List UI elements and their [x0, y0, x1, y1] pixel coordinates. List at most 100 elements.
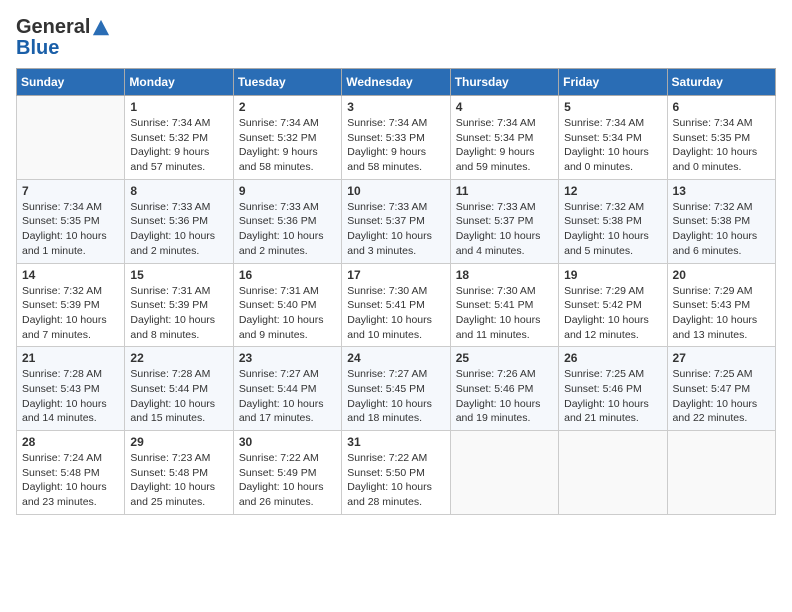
- day-number: 22: [130, 351, 227, 365]
- calendar-day-cell: 3 Sunrise: 7:34 AM Sunset: 5:33 PM Daylig…: [342, 96, 450, 180]
- calendar-day-header: Sunday: [17, 69, 125, 96]
- day-info: Sunrise: 7:22 AM Sunset: 5:50 PM Dayligh…: [347, 451, 444, 510]
- calendar-day-cell: 5 Sunrise: 7:34 AM Sunset: 5:34 PM Daylig…: [559, 96, 667, 180]
- day-number: 27: [673, 351, 770, 365]
- calendar-week-row: 21 Sunrise: 7:28 AM Sunset: 5:43 PM Dayli…: [17, 347, 776, 431]
- calendar-body: 1 Sunrise: 7:34 AM Sunset: 5:32 PM Daylig…: [17, 96, 776, 515]
- calendar-day-header: Friday: [559, 69, 667, 96]
- day-number: 26: [564, 351, 661, 365]
- day-info: Sunrise: 7:27 AM Sunset: 5:45 PM Dayligh…: [347, 367, 444, 426]
- calendar-day-cell: 26 Sunrise: 7:25 AM Sunset: 5:46 PM Dayli…: [559, 347, 667, 431]
- day-number: 17: [347, 268, 444, 282]
- day-info: Sunrise: 7:25 AM Sunset: 5:46 PM Dayligh…: [564, 367, 661, 426]
- calendar-day-cell: [450, 431, 558, 515]
- day-info: Sunrise: 7:34 AM Sunset: 5:34 PM Dayligh…: [456, 116, 553, 175]
- calendar-day-cell: 10 Sunrise: 7:33 AM Sunset: 5:37 PM Dayli…: [342, 179, 450, 263]
- day-number: 7: [22, 184, 119, 198]
- calendar-day-cell: 7 Sunrise: 7:34 AM Sunset: 5:35 PM Daylig…: [17, 179, 125, 263]
- day-number: 24: [347, 351, 444, 365]
- day-number: 23: [239, 351, 336, 365]
- calendar-day-header: Thursday: [450, 69, 558, 96]
- day-number: 11: [456, 184, 553, 198]
- calendar-day-cell: [559, 431, 667, 515]
- day-number: 25: [456, 351, 553, 365]
- day-number: 4: [456, 100, 553, 114]
- calendar-day-cell: 16Sunrise: 7:31 AM Sunset: 5:40 PM Dayli…: [233, 263, 341, 347]
- day-info: Sunrise: 7:27 AM Sunset: 5:44 PM Dayligh…: [239, 367, 336, 426]
- logo-general-part: General: [16, 16, 90, 39]
- calendar-day-cell: 21 Sunrise: 7:28 AM Sunset: 5:43 PM Dayli…: [17, 347, 125, 431]
- day-number: 12: [564, 184, 661, 198]
- day-info: Sunrise: 7:29 AM Sunset: 5:42 PM Dayligh…: [564, 284, 661, 343]
- calendar-day-cell: 23 Sunrise: 7:27 AM Sunset: 5:44 PM Dayli…: [233, 347, 341, 431]
- day-number: 14: [22, 268, 119, 282]
- day-number: 6: [673, 100, 770, 114]
- page-header: General Blue: [16, 16, 776, 60]
- day-info: Sunrise: 7:25 AM Sunset: 5:47 PM Dayligh…: [673, 367, 770, 426]
- logo-blue-part: Blue: [16, 37, 59, 59]
- day-info: Sunrise: 7:28 AM Sunset: 5:43 PM Dayligh…: [22, 367, 119, 426]
- calendar-day-header: Saturday: [667, 69, 775, 96]
- day-number: 15: [130, 268, 227, 282]
- day-number: 28: [22, 435, 119, 449]
- day-number: 18: [456, 268, 553, 282]
- day-number: 30: [239, 435, 336, 449]
- calendar-day-cell: 17Sunrise: 7:30 AM Sunset: 5:41 PM Dayli…: [342, 263, 450, 347]
- calendar-day-header: Tuesday: [233, 69, 341, 96]
- day-info: Sunrise: 7:34 AM Sunset: 5:32 PM Dayligh…: [130, 116, 227, 175]
- day-info: Sunrise: 7:24 AM Sunset: 5:48 PM Dayligh…: [22, 451, 119, 510]
- calendar-day-header: Monday: [125, 69, 233, 96]
- day-info: Sunrise: 7:29 AM Sunset: 5:43 PM Dayligh…: [673, 284, 770, 343]
- day-number: 13: [673, 184, 770, 198]
- calendar-day-cell: 24 Sunrise: 7:27 AM Sunset: 5:45 PM Dayli…: [342, 347, 450, 431]
- day-info: Sunrise: 7:34 AM Sunset: 5:34 PM Dayligh…: [564, 116, 661, 175]
- calendar-day-cell: 27 Sunrise: 7:25 AM Sunset: 5:47 PM Dayli…: [667, 347, 775, 431]
- day-info: Sunrise: 7:28 AM Sunset: 5:44 PM Dayligh…: [130, 367, 227, 426]
- day-number: 20: [673, 268, 770, 282]
- day-number: 31: [347, 435, 444, 449]
- day-number: 16: [239, 268, 336, 282]
- calendar-day-cell: 15Sunrise: 7:31 AM Sunset: 5:39 PM Dayli…: [125, 263, 233, 347]
- calendar-week-row: 14 Sunrise: 7:32 AM Sunset: 5:39 PM Dayli…: [17, 263, 776, 347]
- calendar-day-cell: 6 Sunrise: 7:34 AM Sunset: 5:35 PM Daylig…: [667, 96, 775, 180]
- day-info: Sunrise: 7:34 AM Sunset: 5:33 PM Dayligh…: [347, 116, 444, 175]
- calendar-day-cell: 4 Sunrise: 7:34 AM Sunset: 5:34 PM Daylig…: [450, 96, 558, 180]
- logo: General Blue: [16, 16, 110, 60]
- calendar-day-cell: 8Sunrise: 7:33 AM Sunset: 5:36 PM Daylig…: [125, 179, 233, 263]
- day-number: 3: [347, 100, 444, 114]
- day-number: 1: [130, 100, 227, 114]
- day-number: 5: [564, 100, 661, 114]
- day-info: Sunrise: 7:33 AM Sunset: 5:37 PM Dayligh…: [347, 200, 444, 259]
- day-info: Sunrise: 7:32 AM Sunset: 5:39 PM Dayligh…: [22, 284, 119, 343]
- calendar-day-cell: 31 Sunrise: 7:22 AM Sunset: 5:50 PM Dayli…: [342, 431, 450, 515]
- day-number: 2: [239, 100, 336, 114]
- calendar-week-row: 1 Sunrise: 7:34 AM Sunset: 5:32 PM Daylig…: [17, 96, 776, 180]
- day-number: 8: [130, 184, 227, 198]
- calendar-day-cell: 22 Sunrise: 7:28 AM Sunset: 5:44 PM Dayli…: [125, 347, 233, 431]
- calendar-day-cell: 13Sunrise: 7:32 AM Sunset: 5:38 PM Dayli…: [667, 179, 775, 263]
- calendar-day-cell: 25 Sunrise: 7:26 AM Sunset: 5:46 PM Dayli…: [450, 347, 558, 431]
- day-info: Sunrise: 7:34 AM Sunset: 5:35 PM Dayligh…: [673, 116, 770, 175]
- logo-triangle-icon: [92, 19, 110, 37]
- day-info: Sunrise: 7:34 AM Sunset: 5:35 PM Dayligh…: [22, 200, 119, 259]
- calendar-day-cell: 14 Sunrise: 7:32 AM Sunset: 5:39 PM Dayli…: [17, 263, 125, 347]
- calendar-day-cell: 11 Sunrise: 7:33 AM Sunset: 5:37 PM Dayli…: [450, 179, 558, 263]
- day-number: 10: [347, 184, 444, 198]
- calendar-header-row: SundayMondayTuesdayWednesdayThursdayFrid…: [17, 69, 776, 96]
- calendar-day-cell: [17, 96, 125, 180]
- day-info: Sunrise: 7:23 AM Sunset: 5:48 PM Dayligh…: [130, 451, 227, 510]
- day-number: 19: [564, 268, 661, 282]
- calendar-day-cell: 1 Sunrise: 7:34 AM Sunset: 5:32 PM Daylig…: [125, 96, 233, 180]
- day-number: 21: [22, 351, 119, 365]
- day-info: Sunrise: 7:32 AM Sunset: 5:38 PM Dayligh…: [564, 200, 661, 259]
- day-number: 9: [239, 184, 336, 198]
- day-info: Sunrise: 7:33 AM Sunset: 5:37 PM Dayligh…: [456, 200, 553, 259]
- day-info: Sunrise: 7:22 AM Sunset: 5:49 PM Dayligh…: [239, 451, 336, 510]
- day-info: Sunrise: 7:34 AM Sunset: 5:32 PM Dayligh…: [239, 116, 336, 175]
- day-info: Sunrise: 7:26 AM Sunset: 5:46 PM Dayligh…: [456, 367, 553, 426]
- calendar-day-cell: 20 Sunrise: 7:29 AM Sunset: 5:43 PM Dayli…: [667, 263, 775, 347]
- calendar-day-cell: 2 Sunrise: 7:34 AM Sunset: 5:32 PM Daylig…: [233, 96, 341, 180]
- calendar-day-cell: 12 Sunrise: 7:32 AM Sunset: 5:38 PM Dayli…: [559, 179, 667, 263]
- calendar-table: SundayMondayTuesdayWednesdayThursdayFrid…: [16, 68, 776, 515]
- day-info: Sunrise: 7:30 AM Sunset: 5:41 PM Dayligh…: [456, 284, 553, 343]
